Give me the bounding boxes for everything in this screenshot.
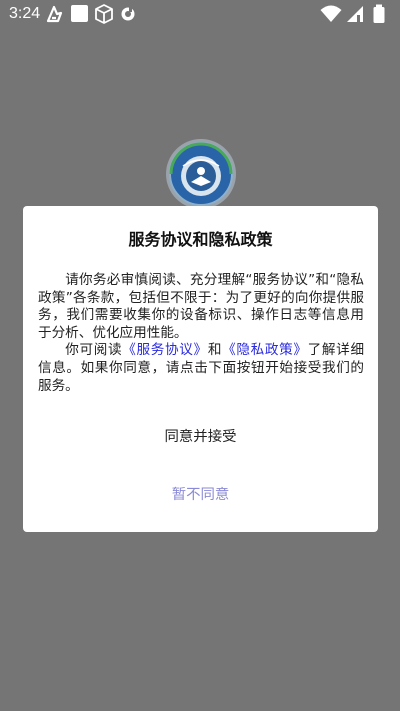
dialog-paragraph-1: 请你务必审慎阅读、充分理解“服务协议”和“隐私政策”各条款，包括但不限于：为了更… (38, 272, 364, 341)
privacy-dialog: 服务协议和隐私政策 请你务必审慎阅读、充分理解“服务协议”和“隐私政策”各条款，… (23, 206, 378, 532)
dialog-paragraph-2: 你可阅读《服务协议》和《隐私政策》了解详细信息。如果你同意，请点击下面按钮开始接… (38, 342, 364, 395)
battery-icon (372, 4, 386, 24)
privacy-policy-link[interactable]: 《隐私政策》 (222, 342, 308, 358)
paragraph-2-and: 和 (207, 342, 223, 359)
notification-square-icon (70, 4, 90, 24)
dialog-body: 请你务必审慎阅读、充分理解“服务协议”和“隐私政策”各条款，包括但不限于：为了更… (38, 272, 364, 395)
package-icon (94, 4, 114, 24)
status-bar: 3:24 (0, 0, 400, 28)
paragraph-2-prefix: 你可阅读 (65, 342, 123, 359)
agree-button[interactable]: 同意并接受 (123, 422, 278, 452)
media-icon (120, 4, 140, 24)
signal-icon (345, 4, 365, 24)
wifi-icon (320, 4, 342, 24)
disagree-button[interactable]: 暂不同意 (123, 480, 278, 510)
screen: 3:24 服务协议和隐私政策 请你务必审慎阅读、充分理解“服务协议”和“隐私政策… (0, 0, 400, 711)
service-agreement-link[interactable]: 《服务协议》 (122, 342, 208, 358)
dialog-title: 服务协议和隐私政策 (128, 230, 273, 249)
school-badge-logo (165, 138, 237, 210)
status-time: 3:24 (9, 5, 41, 22)
accessibility-icon (46, 4, 66, 24)
